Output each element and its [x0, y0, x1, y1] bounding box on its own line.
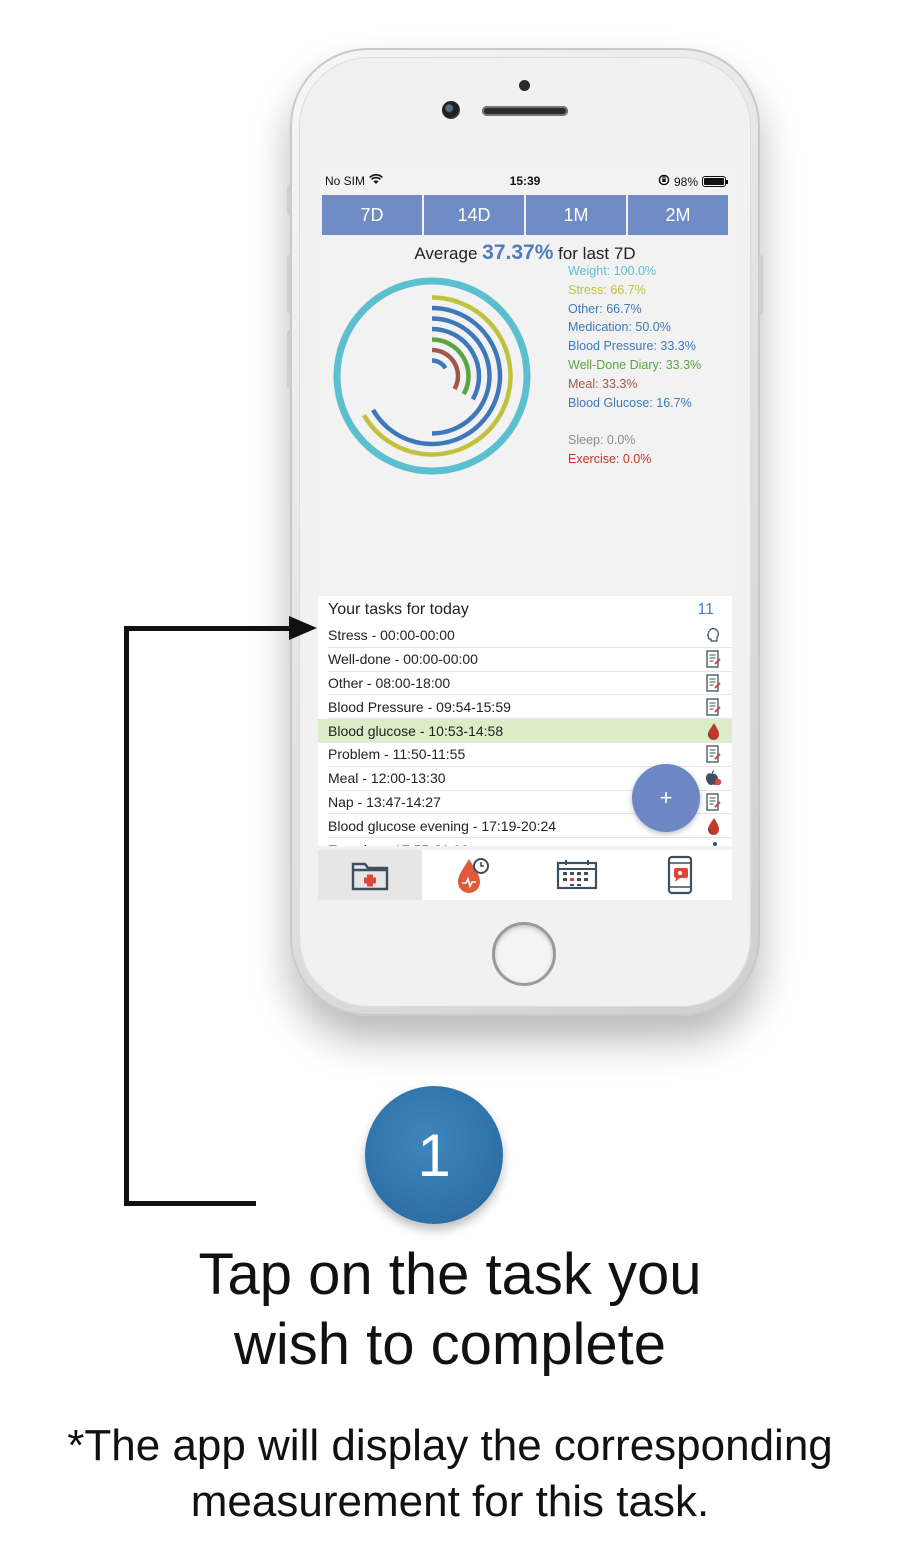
tab-14d[interactable]: 14D: [424, 195, 524, 235]
apple-icon: [704, 769, 722, 787]
ring-chart-legend: Weight: 100.0% Stress: 66.7% Other: 66.7% M…: [568, 262, 701, 469]
callout-bracket-bottom: [124, 1201, 256, 1206]
legend-item: Sleep: 0.0%: [568, 433, 636, 448]
blood-drop-clock-icon: [458, 858, 490, 893]
diary-icon: [704, 745, 722, 764]
calendar-icon: [556, 860, 597, 890]
legend-item: Other: 66.7%: [568, 301, 642, 316]
nav-calendar[interactable]: [525, 850, 629, 900]
legend-item: Exercise: 0.0%: [568, 451, 652, 466]
task-label: Blood Pressure - 09:54-15:59: [328, 698, 511, 715]
status-right: 98%: [658, 174, 728, 189]
home-button[interactable]: [492, 922, 556, 986]
earpiece-speaker: [482, 106, 568, 116]
legend-item: Blood Pressure: 33.3%: [568, 339, 696, 354]
legend-item: Stress: 66.7%: [568, 282, 646, 297]
exercise-icon: [704, 841, 722, 846]
task-list-title: Your tasks for today: [328, 601, 469, 618]
average-prefix: Average: [414, 244, 478, 263]
diary-icon: [704, 793, 722, 811]
medical-folder-icon: [351, 862, 388, 891]
step-number-badge: 1: [365, 1086, 503, 1224]
callout-arrow-icon: [289, 616, 317, 640]
legend-item: Weight: 100.0%: [568, 264, 657, 278]
average-suffix: for last 7D: [558, 244, 636, 263]
bottom-nav: [318, 850, 732, 900]
task-list-header: Your tasks for today 11: [318, 596, 732, 624]
volume-down-button: [287, 330, 291, 388]
battery-level: [704, 178, 724, 185]
front-camera-icon: [442, 101, 460, 119]
callout-bracket-vertical: [124, 626, 129, 1206]
task-row[interactable]: Problem - 11:50-11:55: [328, 743, 732, 767]
task-row[interactable]: Well-done - 00:00-00:00: [328, 648, 732, 672]
task-label: Other - 08:00-18:00: [328, 674, 451, 691]
task-label: Blood glucose evening - 17:19-20:24: [328, 817, 557, 834]
rotation-lock-icon: [658, 174, 670, 189]
legend-item: Well-Done Diary: 33.3%: [568, 357, 702, 372]
battery-icon: [702, 176, 728, 187]
blood-drop-icon: [704, 722, 722, 740]
task-count: 11: [697, 601, 714, 618]
task-label: Stress - 00:00-00:00: [328, 627, 455, 644]
diary-icon: [704, 698, 722, 716]
legend-item: Meal: 33.3%: [568, 376, 638, 391]
task-row[interactable]: Exercise - 17:55-21:00: [328, 838, 732, 846]
nav-measurements[interactable]: [422, 850, 526, 900]
task-label: Nap - 13:47-14:27: [328, 793, 441, 810]
volume-up-button: [287, 255, 291, 313]
period-tabs: 7D 14D 1M 2M: [322, 195, 728, 235]
proximity-sensor: [519, 80, 530, 91]
legend-spacer: [568, 412, 701, 431]
nav-medical-folder[interactable]: [318, 850, 422, 900]
ring-arc: [431, 358, 448, 370]
mute-switch: [287, 185, 291, 215]
task-row[interactable]: Blood Pressure - 09:54-15:59: [328, 695, 732, 720]
power-button: [759, 255, 763, 315]
ring-arc: [431, 337, 471, 396]
footnote-text: *The app will display the corresponding …: [67, 1421, 833, 1526]
app-screen: No SIM 15:39 98% 7D 14D 1M 2M Average 37…: [318, 168, 732, 900]
tab-2m[interactable]: 2M: [628, 195, 728, 235]
task-label: Blood glucose - 10:53-14:58: [328, 722, 504, 739]
legend-item: Medication: 50.0%: [568, 320, 671, 335]
instruction-text: Tap on the task you wish to complete: [198, 1242, 702, 1377]
legend-item: Blood Glucose: 16.7%: [568, 395, 692, 410]
completion-ring-chart: [333, 277, 531, 475]
average-value: 37.37%: [482, 241, 554, 264]
task-label: Problem - 11:50-11:55: [328, 746, 466, 763]
tab-1m[interactable]: 1M: [526, 195, 626, 235]
ring-arc: [431, 347, 461, 391]
task-row[interactable]: Blood glucose - 10:53-14:58: [318, 719, 732, 743]
task-label: Well-done - 00:00-00:00: [328, 651, 478, 668]
task-row[interactable]: Stress - 00:00-00:00: [328, 624, 732, 648]
diary-icon: [704, 650, 722, 668]
callout-bracket-top: [124, 626, 294, 631]
tab-7d[interactable]: 7D: [322, 195, 422, 235]
battery-percent: 98%: [673, 174, 698, 189]
task-row[interactable]: Other - 08:00-18:00: [328, 672, 732, 696]
task-label: Exercise - 17:55-21:00: [328, 842, 469, 846]
nav-phone-chat[interactable]: [629, 850, 733, 900]
task-label: Meal - 12:00-13:30: [328, 770, 446, 787]
diary-icon: [704, 674, 722, 692]
blood-drop-icon: [704, 817, 722, 835]
head-icon: [704, 626, 722, 644]
phone-chat-icon: [668, 855, 693, 895]
add-task-button[interactable]: +: [632, 764, 700, 832]
status-bar: No SIM 15:39 98%: [318, 168, 732, 194]
